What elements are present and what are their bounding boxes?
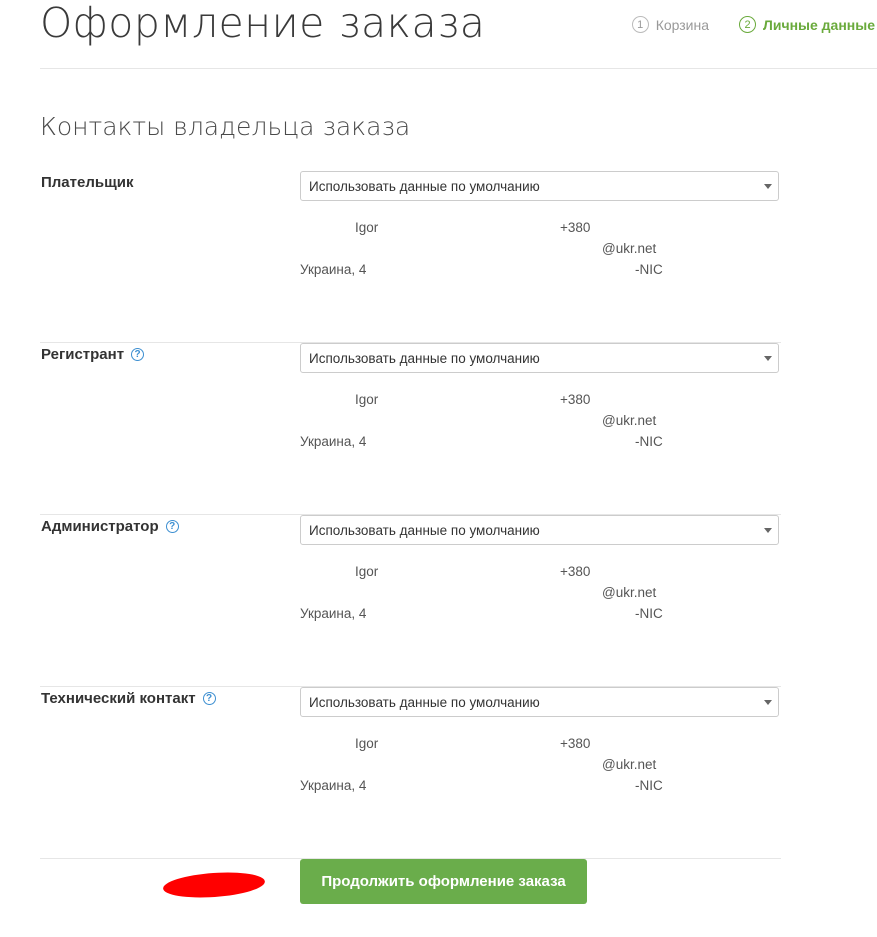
chevron-down-icon [764,356,772,361]
contact-label-text: Плательщик [41,174,134,191]
step-label: Личные данные [763,16,875,33]
contact-phone: +380 [560,564,591,579]
contact-email: @ukr.net [602,241,657,256]
step-label: Корзина [655,16,710,33]
step-number: 1 [631,16,649,33]
step-number: 2 [739,16,757,33]
help-icon[interactable]: ? [202,692,216,705]
select-value: Использовать данные по умолчанию [309,178,540,194]
contact-label: Технический контакт ? [41,690,216,707]
chevron-down-icon [764,184,772,189]
contact-name: Igor [355,736,379,751]
contact-select[interactable]: Использовать данные по умолчанию [300,343,779,373]
contact-handle: -NIC [635,262,663,277]
help-icon[interactable]: ? [131,348,145,361]
contact-label: Плательщик [41,174,133,191]
contact-info: Igor +380 @ukr.net Украина, 4 -NIC [300,390,700,460]
contact-label-text: Технический контакт [41,690,196,707]
contact-email: @ukr.net [602,585,657,600]
redaction-scribble [162,869,266,901]
contact-handle: -NIC [635,606,663,621]
contact-name: Igor [355,392,379,407]
select-value: Использовать данные по умолчанию [309,694,540,710]
contact-address: Украина, 4 [300,778,367,793]
contact-row-registrant: Регистрант ? Использовать данные по умол… [40,343,781,515]
select-value: Использовать данные по умолчанию [309,522,540,538]
contact-row-technical: Технический контакт ? Использовать данны… [40,687,781,859]
contact-name: Igor [355,220,379,235]
contact-address: Украина, 4 [300,606,367,621]
contact-label: Регистрант ? [41,346,145,363]
contact-name: Igor [355,564,379,579]
page-title: Оформление заказа [40,0,486,47]
section-title: Контакты владельца заказа [40,112,411,141]
contact-label: Администратор ? [41,518,179,535]
header-divider [40,68,877,69]
contact-info: Igor +380 @ukr.net Украина, 4 -NIC [300,562,700,632]
contact-label-text: Регистрант [41,346,125,363]
contact-row-payer: Плательщик Использовать данные по умолча… [40,171,781,343]
contact-phone: +380 [560,392,591,407]
contact-select[interactable]: Использовать данные по умолчанию [300,687,779,717]
contact-handle: -NIC [635,434,663,449]
contact-address: Украина, 4 [300,434,367,449]
contact-address: Украина, 4 [300,262,367,277]
select-value: Использовать данные по умолчанию [309,350,540,366]
chevron-down-icon [764,528,772,533]
help-icon[interactable]: ? [165,520,179,533]
contact-info: Igor +380 @ukr.net Украина, 4 -NIC [300,218,700,288]
contact-handle: -NIC [635,778,663,793]
contact-email: @ukr.net [602,757,657,772]
step-cart[interactable]: 1 Корзина [631,16,710,33]
contact-label-text: Администратор [41,518,159,535]
contact-row-administrator: Администратор ? Использовать данные по у… [40,515,781,687]
continue-order-button[interactable]: Продолжить оформление заказа [300,859,587,904]
chevron-down-icon [764,700,772,705]
contact-phone: +380 [560,736,591,751]
contact-select[interactable]: Использовать данные по умолчанию [300,171,779,201]
contact-phone: +380 [560,220,591,235]
checkout-steps: 1 Корзина 2 Личные данные [631,16,875,33]
contact-info: Igor +380 @ukr.net Украина, 4 -NIC [300,734,700,804]
contact-email: @ukr.net [602,413,657,428]
contact-select[interactable]: Использовать данные по умолчанию [300,515,779,545]
step-personal-data: 2 Личные данные [739,16,875,33]
